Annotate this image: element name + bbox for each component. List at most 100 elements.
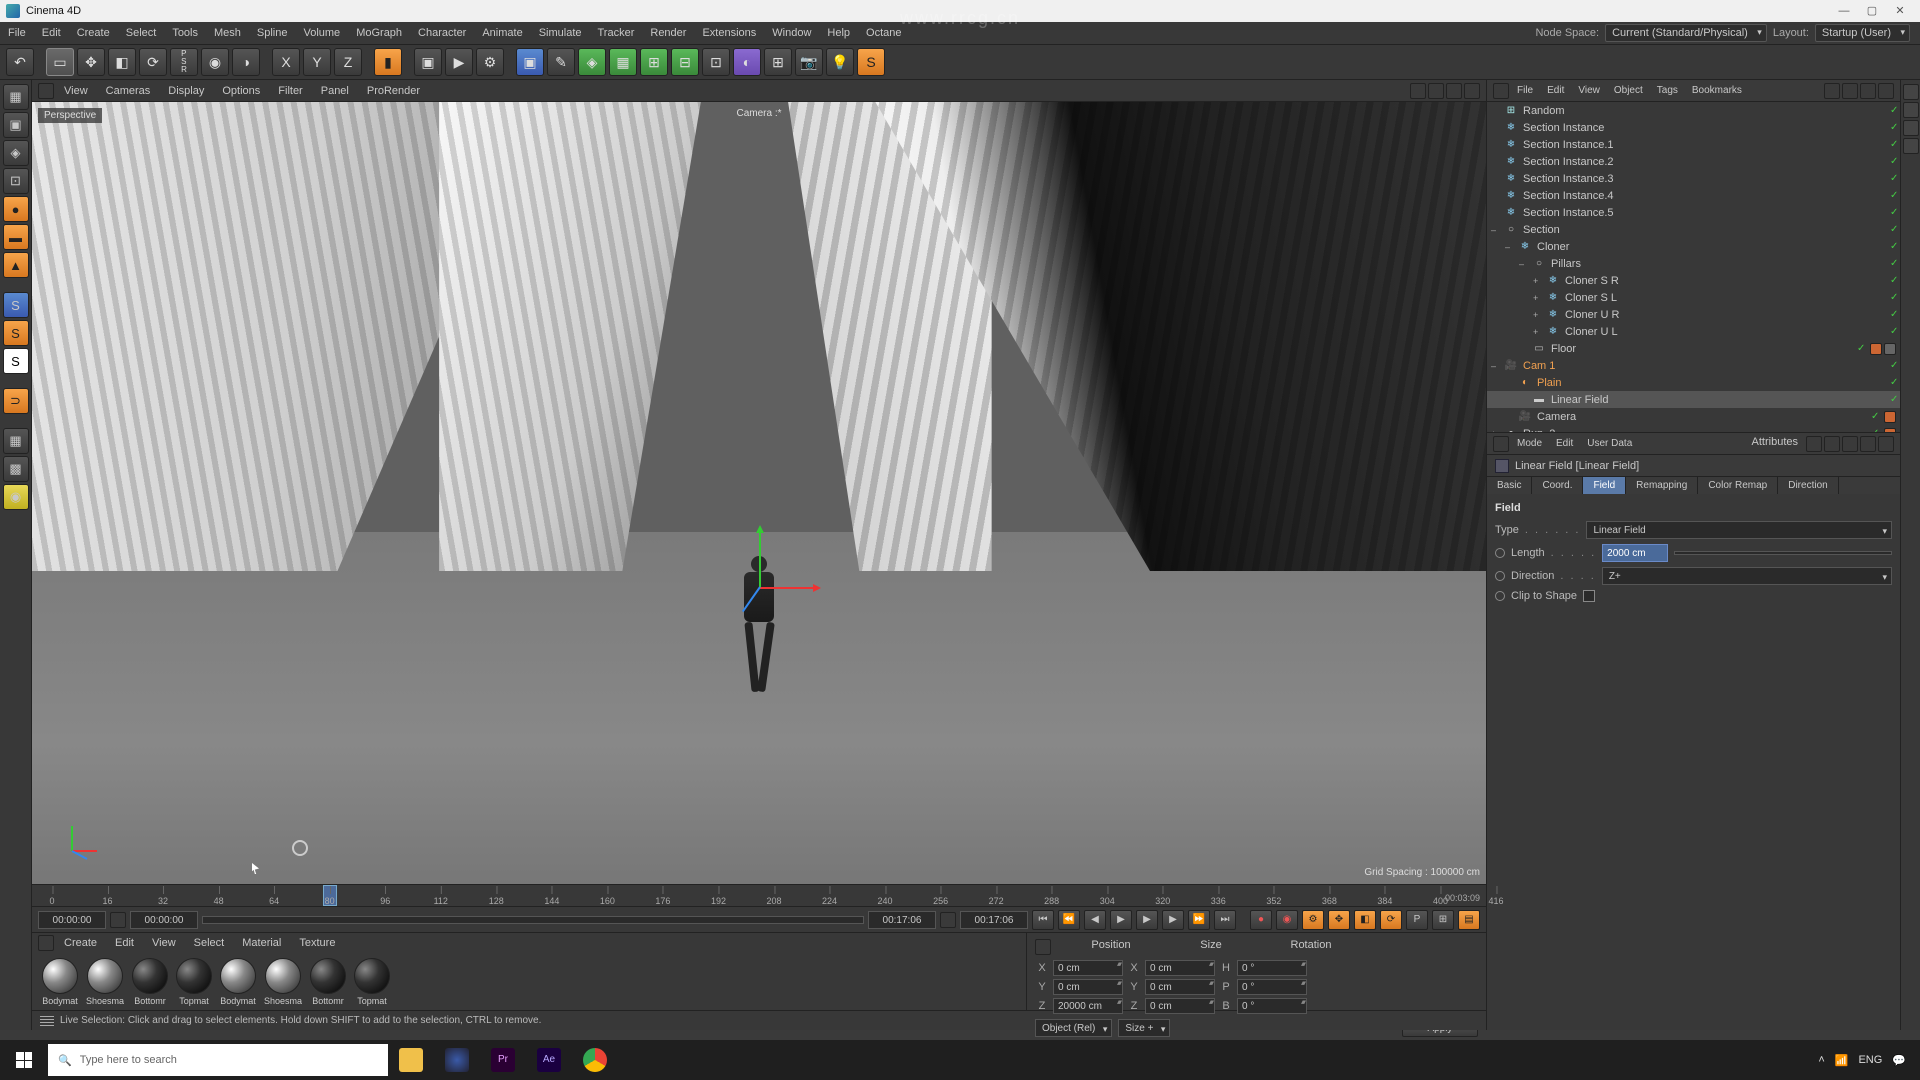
enable-toggle[interactable]: ✓ — [1890, 310, 1900, 320]
object-row[interactable]: ◐Plain✓ — [1487, 374, 1900, 391]
taskbar-aftereffects[interactable]: Ae — [526, 1040, 572, 1080]
range-start-lock[interactable] — [110, 912, 126, 928]
rtool-4[interactable] — [1903, 138, 1919, 154]
object-row[interactable]: +❄Cloner U R✓ — [1487, 306, 1900, 323]
attr-type-dropdown[interactable]: Linear Field — [1586, 521, 1892, 539]
attr-back-icon[interactable] — [1806, 436, 1822, 452]
material-item[interactable]: Bottomr — [310, 958, 346, 1006]
extrude-button[interactable]: ▦ — [609, 48, 637, 76]
coord-rel-mode[interactable]: Object (Rel) — [1035, 1019, 1112, 1037]
object-row[interactable]: –○Section✓ — [1487, 221, 1900, 238]
object-row[interactable]: +❄Cloner S L✓ — [1487, 289, 1900, 306]
autokey[interactable]: ◉ — [1276, 910, 1298, 930]
render-picture[interactable]: ▶ — [445, 48, 473, 76]
taskbar-cinema4d[interactable] — [434, 1040, 480, 1080]
matmenu-texture[interactable]: Texture — [291, 935, 343, 951]
frame-start[interactable]: 00:00:00 — [130, 911, 198, 929]
range-end[interactable]: 00:17:06 — [960, 911, 1028, 929]
cube-primitive[interactable]: ▮ — [374, 48, 402, 76]
taskbar-premiere[interactable]: Pr — [480, 1040, 526, 1080]
menu-mesh[interactable]: Mesh — [206, 24, 249, 42]
enable-toggle[interactable]: ✓ — [1857, 344, 1867, 354]
attrtab-direction[interactable]: Direction — [1778, 477, 1838, 494]
enable-toggle[interactable]: ✓ — [1890, 242, 1900, 252]
coord-menu-icon[interactable] — [1035, 939, 1051, 955]
pos-key[interactable]: ✥ — [1328, 910, 1350, 930]
snap-s2[interactable]: S — [3, 320, 29, 346]
scale-tool[interactable]: ◧ — [108, 48, 136, 76]
node-space-dropdown[interactable]: Current (Standard/Physical) — [1605, 24, 1767, 42]
attrtab-coord-[interactable]: Coord. — [1532, 477, 1583, 494]
timeline-ruler[interactable]: 00:03:09 0163248648096112128144160176192… — [32, 884, 1486, 906]
matmenu-view[interactable]: View — [144, 935, 184, 951]
menu-animate[interactable]: Animate — [474, 24, 530, 42]
object-tag-icon[interactable] — [1870, 343, 1882, 355]
attr-lock-icon[interactable] — [1842, 436, 1858, 452]
object-row[interactable]: –❄Cloner✓ — [1487, 238, 1900, 255]
workplane-mode[interactable]: ⊡ — [3, 168, 29, 194]
object-tag-icon[interactable] — [1884, 411, 1896, 423]
enable-toggle[interactable]: ✓ — [1890, 208, 1900, 218]
object-row[interactable]: –○Pillars✓ — [1487, 255, 1900, 272]
enable-toggle[interactable]: ✓ — [1890, 191, 1900, 201]
axis-x-button[interactable]: X — [272, 48, 300, 76]
psr-tool[interactable]: PSR — [170, 48, 198, 76]
attr-new-icon[interactable] — [1860, 436, 1876, 452]
size-z[interactable]: 0 cm — [1145, 998, 1215, 1014]
materials-menu-icon[interactable] — [38, 935, 54, 951]
obj-eye-icon[interactable] — [1860, 83, 1876, 99]
pla-key[interactable]: ⊞ — [1432, 910, 1454, 930]
menu-select[interactable]: Select — [118, 24, 165, 42]
viewport-3d[interactable]: Perspective Camera :* Grid Spacing : 100… — [32, 102, 1486, 884]
locked-tool[interactable]: ◉ — [201, 48, 229, 76]
material-item[interactable]: Bodymat — [42, 958, 78, 1006]
object-tag-icon[interactable] — [1884, 343, 1896, 355]
material-item[interactable]: Topmat — [354, 958, 390, 1006]
menu-tools[interactable]: Tools — [164, 24, 206, 42]
material-item[interactable]: Shoesma — [86, 958, 124, 1006]
rtool-1[interactable] — [1903, 84, 1919, 100]
frame-end[interactable]: 00:17:06 — [868, 911, 936, 929]
start-button[interactable] — [0, 1040, 48, 1080]
object-row[interactable]: +●Run_2✓ — [1487, 425, 1900, 432]
axis-y-button[interactable]: Y — [303, 48, 331, 76]
attr-max-icon[interactable] — [1878, 436, 1894, 452]
enable-toggle[interactable]: ✓ — [1871, 429, 1881, 433]
enable-toggle[interactable]: ✓ — [1871, 412, 1881, 422]
enable-toggle[interactable]: ✓ — [1890, 140, 1900, 150]
pen-tool[interactable]: ✎ — [547, 48, 575, 76]
tray-notifications-icon[interactable]: 💬 — [1892, 1054, 1906, 1067]
attrtab-ba-ic[interactable]: Basic — [1487, 477, 1532, 494]
play-backward[interactable]: ▶ — [1110, 910, 1132, 930]
prev-frame[interactable]: ◀ — [1084, 910, 1106, 930]
render-view[interactable]: ▣ — [414, 48, 442, 76]
viewport-nav-2[interactable] — [1428, 83, 1444, 99]
camera-button[interactable]: 📷 — [795, 48, 823, 76]
viewport-nav-3[interactable] — [1446, 83, 1462, 99]
material-item[interactable]: Shoesma — [264, 958, 302, 1006]
attr-length-slider[interactable] — [1674, 551, 1892, 555]
object-row[interactable]: ❄Section Instance.2✓ — [1487, 153, 1900, 170]
tray-expand-icon[interactable]: ˄ — [1818, 1054, 1824, 1066]
viewport-nav-1[interactable] — [1410, 83, 1426, 99]
obj-flat-icon[interactable] — [1878, 83, 1894, 99]
matmenu-select[interactable]: Select — [186, 935, 233, 951]
object-row[interactable]: ▭Floor✓ — [1487, 340, 1900, 357]
goto-start[interactable]: ⏮ — [1032, 910, 1054, 930]
menu-spline[interactable]: Spline — [249, 24, 296, 42]
enable-toggle[interactable]: ✓ — [1890, 123, 1900, 133]
enable-toggle[interactable]: ✓ — [1890, 361, 1900, 371]
texture-mode[interactable]: ◈ — [3, 140, 29, 166]
attr-clip-anim-icon[interactable] — [1495, 591, 1505, 601]
objmenu-edit[interactable]: Edit — [1541, 83, 1570, 98]
subdiv-button[interactable]: ◈ — [578, 48, 606, 76]
menu-extensions[interactable]: Extensions — [694, 24, 764, 42]
add-cube[interactable]: ▣ — [516, 48, 544, 76]
attrtab-color remap[interactable]: Color Remap — [1698, 477, 1778, 494]
rotate-tool[interactable]: ⟳ — [139, 48, 167, 76]
taskbar-search[interactable]: 🔍 Type here to search — [48, 1044, 388, 1076]
pos-x[interactable]: 0 cm — [1053, 960, 1123, 976]
objmenu-object[interactable]: Object — [1608, 83, 1649, 98]
pos-y[interactable]: 0 cm — [1053, 979, 1123, 995]
viewport-nav-4[interactable] — [1464, 83, 1480, 99]
